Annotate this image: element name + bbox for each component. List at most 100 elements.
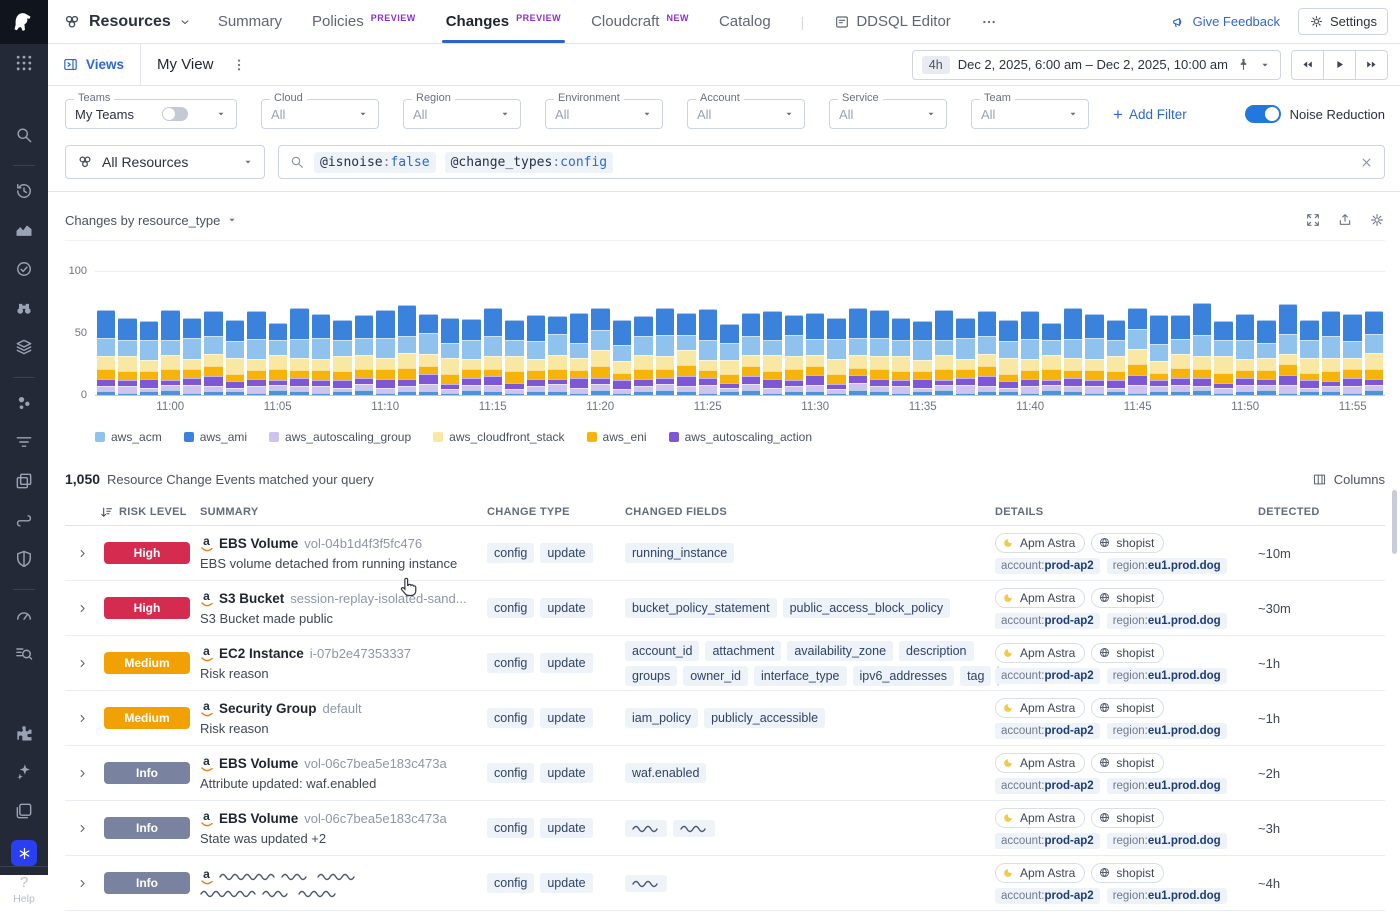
filter-team[interactable]: Team All <box>971 99 1089 129</box>
expand-icon[interactable] <box>1305 212 1321 228</box>
column-header-changed-fields[interactable]: CHANGED FIELDS <box>625 506 995 518</box>
filter-service[interactable]: Service All <box>829 99 947 129</box>
chart-bar[interactable] <box>1107 320 1125 395</box>
apps-grid-icon[interactable] <box>14 53 34 73</box>
changed-field-token[interactable]: tag <box>960 666 991 686</box>
change-type-token[interactable]: update <box>540 653 592 673</box>
change-type-token[interactable]: config <box>487 818 534 838</box>
chart-bar[interactable] <box>870 310 888 395</box>
chart-bar[interactable] <box>1042 323 1060 396</box>
change-type-token[interactable]: config <box>487 708 534 728</box>
more-tabs-button[interactable] <box>981 0 997 43</box>
export-icon[interactable] <box>1337 212 1353 228</box>
chart-bar[interactable] <box>999 320 1017 395</box>
chart-bar[interactable] <box>827 318 845 396</box>
row-expand-button[interactable] <box>65 547 99 560</box>
clear-search-icon[interactable] <box>1359 155 1374 170</box>
kebab-menu-icon[interactable] <box>231 57 247 73</box>
chart-bar[interactable] <box>742 313 760 396</box>
table-scrollbar[interactable] <box>1392 490 1397 554</box>
time-range-picker[interactable]: 4h Dec 2, 2025, 6:00 am – Dec 2, 2025, 1… <box>912 50 1281 80</box>
chart-bar[interactable] <box>548 316 566 395</box>
help-button[interactable]: ? Help <box>0 866 48 914</box>
sparkles-icon[interactable] <box>14 762 34 787</box>
table-row[interactable]: InfoaEBS Volumevol-06c7bea5e183c473aAttr… <box>65 746 1385 801</box>
chart-bar[interactable] <box>591 308 609 396</box>
chart-bar[interactable] <box>1279 304 1297 395</box>
history-icon[interactable] <box>14 181 34 206</box>
filter-lines-icon[interactable] <box>14 432 34 457</box>
change-type-token[interactable]: update <box>540 873 592 893</box>
chart-bar[interactable] <box>913 321 931 395</box>
detail-attr-token[interactable]: region:eu1.prod.dog <box>1107 778 1227 794</box>
views-button[interactable]: Views <box>62 56 140 73</box>
service-pill[interactable]: Apm Astra <box>995 753 1085 773</box>
chart-bar[interactable] <box>699 309 717 395</box>
chart-bar[interactable] <box>1236 314 1254 395</box>
layers-icon[interactable] <box>14 337 34 362</box>
changed-field-token[interactable]: interface_type <box>754 666 847 686</box>
column-header-detected[interactable]: DETECTED <box>1258 506 1385 518</box>
chart-bar[interactable] <box>462 319 480 395</box>
redacted-field-token[interactable] <box>673 820 715 837</box>
detail-attr-token[interactable]: account:prod-ap2 <box>995 723 1100 739</box>
table-row[interactable]: HighaS3 Bucketsession-replay-isolated-sa… <box>65 581 1385 636</box>
detail-attr-token[interactable]: account:prod-ap2 <box>995 888 1100 904</box>
chart-bar[interactable] <box>161 310 179 395</box>
summary-cell[interactable]: aEBS Volumevol-06c7bea5e183c473aState wa… <box>200 810 487 846</box>
chart-bar[interactable] <box>140 321 158 395</box>
changed-field-token[interactable]: groups <box>625 666 677 686</box>
puzzle-icon[interactable] <box>14 723 34 748</box>
column-header-risk-level[interactable]: RISK LEVEL <box>99 505 200 520</box>
changed-field-token[interactable]: availability_zone <box>787 641 893 661</box>
chart-bar[interactable] <box>484 308 502 396</box>
chart-bar[interactable] <box>763 311 781 395</box>
service-pill[interactable]: Apm Astra <box>995 588 1085 608</box>
chart-bar[interactable] <box>978 311 996 395</box>
team-pill[interactable]: shopist <box>1091 588 1164 608</box>
team-pill[interactable]: shopist <box>1091 808 1164 828</box>
change-type-token[interactable]: config <box>487 653 534 673</box>
chart-bar[interactable] <box>312 314 330 395</box>
settings-button[interactable]: Settings <box>1298 8 1388 35</box>
legend-item[interactable]: aws_autoscaling_group <box>269 430 411 444</box>
chart-bar[interactable] <box>935 310 953 395</box>
chart-bar[interactable] <box>956 318 974 396</box>
detail-attr-token[interactable]: account:prod-ap2 <box>995 833 1100 849</box>
tab-changes[interactable]: ChangesPREVIEW <box>446 0 561 43</box>
change-type-token[interactable]: update <box>540 818 592 838</box>
search-input[interactable]: @isnoise:false@change_types:config <box>278 145 1385 179</box>
team-pill[interactable]: shopist <box>1091 863 1164 883</box>
forward-button[interactable] <box>1355 50 1388 80</box>
row-expand-button[interactable] <box>65 657 99 670</box>
column-header-change-type[interactable]: CHANGE TYPE <box>487 506 625 518</box>
column-header-summary[interactable]: SUMMARY <box>200 506 487 518</box>
chart-bar[interactable] <box>183 318 201 396</box>
table-row[interactable]: MediumaSecurity GroupdefaultRisk reasonc… <box>65 691 1385 746</box>
chart-bar[interactable] <box>613 320 631 395</box>
legend-item[interactable]: aws_eni <box>587 430 647 444</box>
row-expand-button[interactable] <box>65 822 99 835</box>
chart-bar[interactable] <box>118 318 136 396</box>
change-type-token[interactable]: update <box>540 708 592 728</box>
chart-bar[interactable] <box>677 313 695 396</box>
service-pill[interactable]: Apm Astra <box>995 863 1085 883</box>
changed-field-token[interactable]: running_instance <box>625 543 734 563</box>
legend-item[interactable]: aws_cloudfront_stack <box>433 430 564 444</box>
chart-bar[interactable] <box>419 314 437 395</box>
detail-attr-token[interactable]: region:eu1.prod.dog <box>1107 558 1227 574</box>
sort-desc-icon[interactable] <box>99 505 114 520</box>
filter-account[interactable]: Account All <box>687 99 805 129</box>
detail-attr-token[interactable]: region:eu1.prod.dog <box>1107 613 1227 629</box>
chart-bar[interactable] <box>1021 311 1039 395</box>
chart-bar[interactable] <box>97 310 115 395</box>
service-pill[interactable]: Apm Astra <box>995 533 1085 553</box>
give-feedback-link[interactable]: Give Feedback <box>1171 14 1280 30</box>
chart-bar[interactable] <box>398 305 416 395</box>
chart-bar[interactable] <box>892 318 910 396</box>
current-view-name[interactable]: My View <box>157 56 213 73</box>
copy-icon[interactable] <box>14 801 34 826</box>
detail-attr-token[interactable]: account:prod-ap2 <box>995 558 1100 574</box>
windows-icon[interactable] <box>14 471 34 496</box>
row-expand-button[interactable] <box>65 602 99 615</box>
